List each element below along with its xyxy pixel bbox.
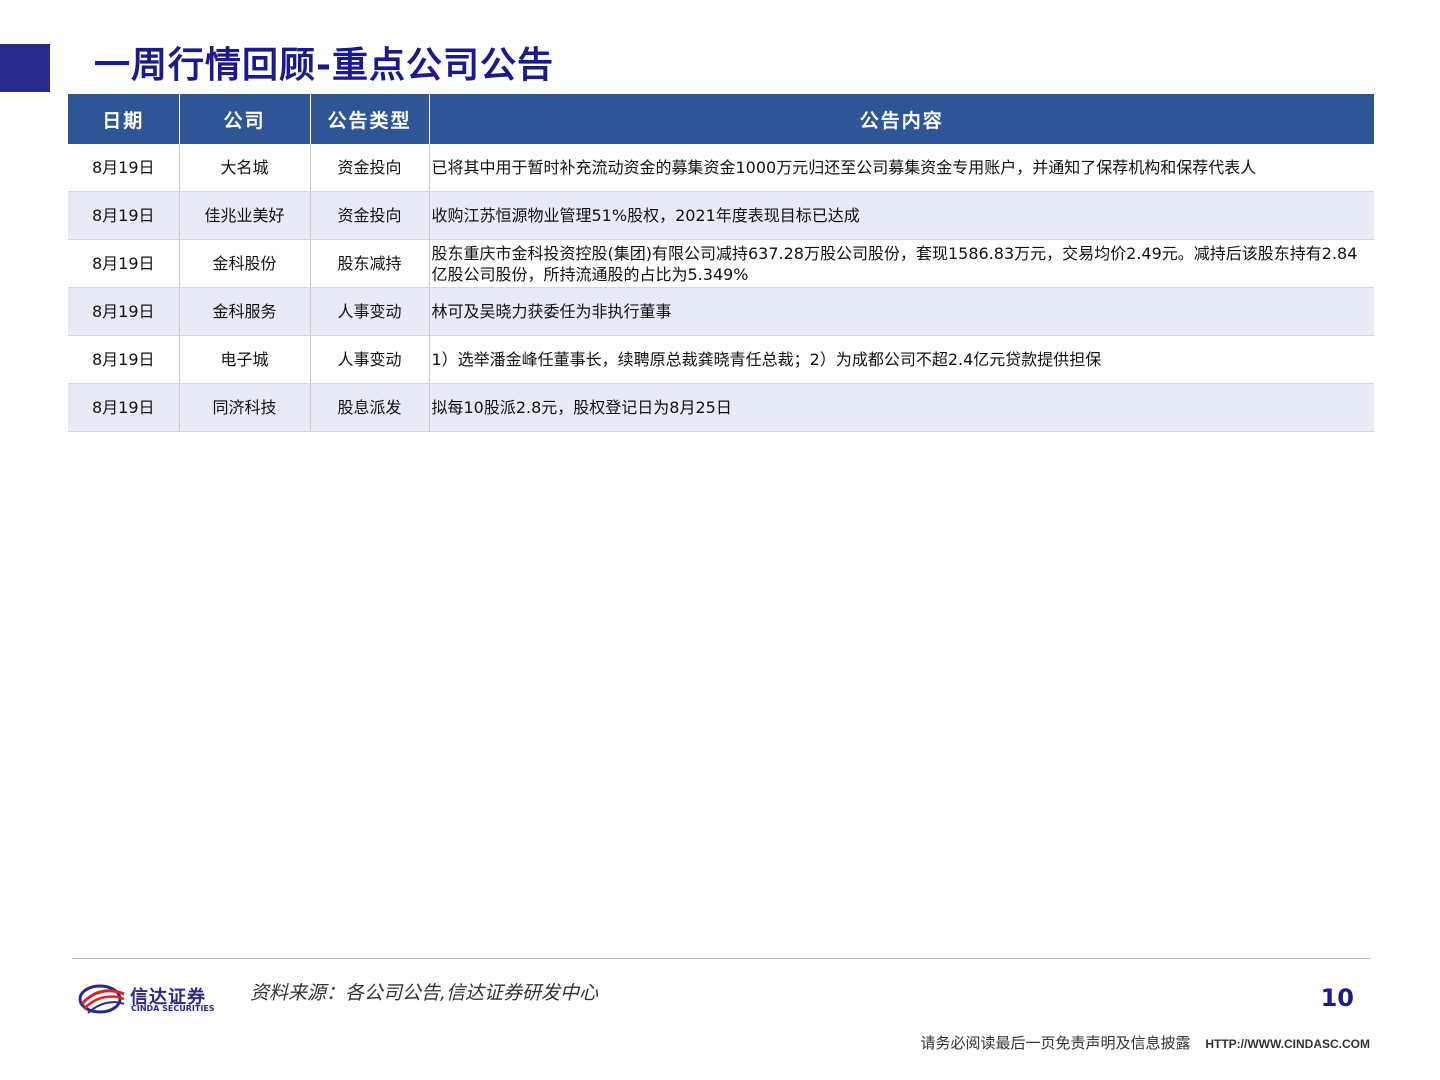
cell-date: 8月19日: [68, 335, 180, 384]
page-number: 10: [1320, 984, 1354, 1012]
cell-type: 人事变动: [310, 335, 430, 384]
cell-content: 1）选举潘金峰任董事长，续聘原总裁龚晓青任总裁；2）为成都公司不超2.4亿元贷款…: [429, 335, 1374, 384]
cell-date: 8月19日: [68, 287, 180, 336]
column-header-date: 日期: [68, 94, 180, 144]
source-note: 资料来源：各公司公告,信达证券研发中心: [250, 982, 599, 1004]
column-header-type: 公告类型: [310, 94, 430, 144]
cell-type: 资金投向: [310, 144, 430, 192]
announcement-table: 日期 公司 公告类型 公告内容 8月19日 大名城 资金投向 已将其中用于暂时补…: [68, 94, 1374, 432]
page: 一周行情回顾-重点公司公告 日期 公司 公告类型 公告内容 8月19日 大名城 …: [0, 0, 1440, 1080]
cell-type: 资金投向: [310, 191, 430, 240]
column-header-content: 公告内容: [429, 94, 1374, 144]
cell-type: 股息派发: [310, 383, 430, 432]
page-title: 一周行情回顾-重点公司公告: [94, 45, 554, 86]
cell-company: 金科股份: [179, 239, 311, 288]
cell-date: 8月19日: [68, 383, 180, 432]
cell-company: 大名城: [179, 144, 311, 192]
column-header-company: 公司: [179, 94, 311, 144]
logo-english-name: CINDA SECURITIES: [131, 1004, 215, 1013]
table-row: 8月19日 金科服务 人事变动 林可及吴晓力获委任为非执行董事: [68, 287, 1374, 336]
cell-company: 同济科技: [179, 383, 311, 432]
table-row: 8月19日 佳兆业美好 资金投向 收购江苏恒源物业管理51%股权，2021年度表…: [68, 191, 1374, 240]
footer-divider: [72, 958, 1370, 959]
cell-company: 佳兆业美好: [179, 191, 311, 240]
table-row: 8月19日 大名城 资金投向 已将其中用于暂时补充流动资金的募集资金1000万元…: [68, 144, 1374, 192]
cell-date: 8月19日: [68, 191, 180, 240]
cell-company: 金科服务: [179, 287, 311, 336]
table-row: 8月19日 同济科技 股息派发 拟每10股派2.8元，股权登记日为8月25日: [68, 383, 1374, 432]
logo-swoosh-icon: [78, 984, 125, 1014]
title-accent-block: [0, 44, 50, 92]
cell-content: 股东重庆市金科投资控股(集团)有限公司减持637.28万股公司股份，套现1586…: [429, 239, 1374, 288]
cell-type: 股东减持: [310, 239, 430, 288]
cell-company: 电子城: [179, 335, 311, 384]
cell-content: 已将其中用于暂时补充流动资金的募集资金1000万元归还至公司募集资金专用账户，并…: [429, 144, 1374, 192]
cell-date: 8月19日: [68, 239, 180, 288]
cell-content: 收购江苏恒源物业管理51%股权，2021年度表现目标已达成: [429, 191, 1374, 240]
table-row: 8月19日 金科股份 股东减持 股东重庆市金科投资控股(集团)有限公司减持637…: [68, 239, 1374, 288]
disclaimer: 请务必阅读最后一页免责声明及信息披露 HTTP://WWW.CINDASC.CO…: [921, 1032, 1370, 1053]
table-header-row: 日期 公司 公告类型 公告内容: [68, 94, 1374, 144]
company-logo: 信达证券 CINDA SECURITIES: [78, 982, 218, 1016]
cell-content: 林可及吴晓力获委任为非执行董事: [429, 287, 1374, 336]
cell-date: 8月19日: [68, 144, 180, 192]
table-row: 8月19日 电子城 人事变动 1）选举潘金峰任董事长，续聘原总裁龚晓青任总裁；2…: [68, 335, 1374, 384]
cell-type: 人事变动: [310, 287, 430, 336]
disclaimer-text: 请务必阅读最后一页免责声明及信息披露: [920, 1034, 1191, 1052]
cell-content: 拟每10股派2.8元，股权登记日为8月25日: [429, 383, 1374, 432]
website-url[interactable]: HTTP://WWW.CINDASC.COM: [1205, 1037, 1370, 1051]
